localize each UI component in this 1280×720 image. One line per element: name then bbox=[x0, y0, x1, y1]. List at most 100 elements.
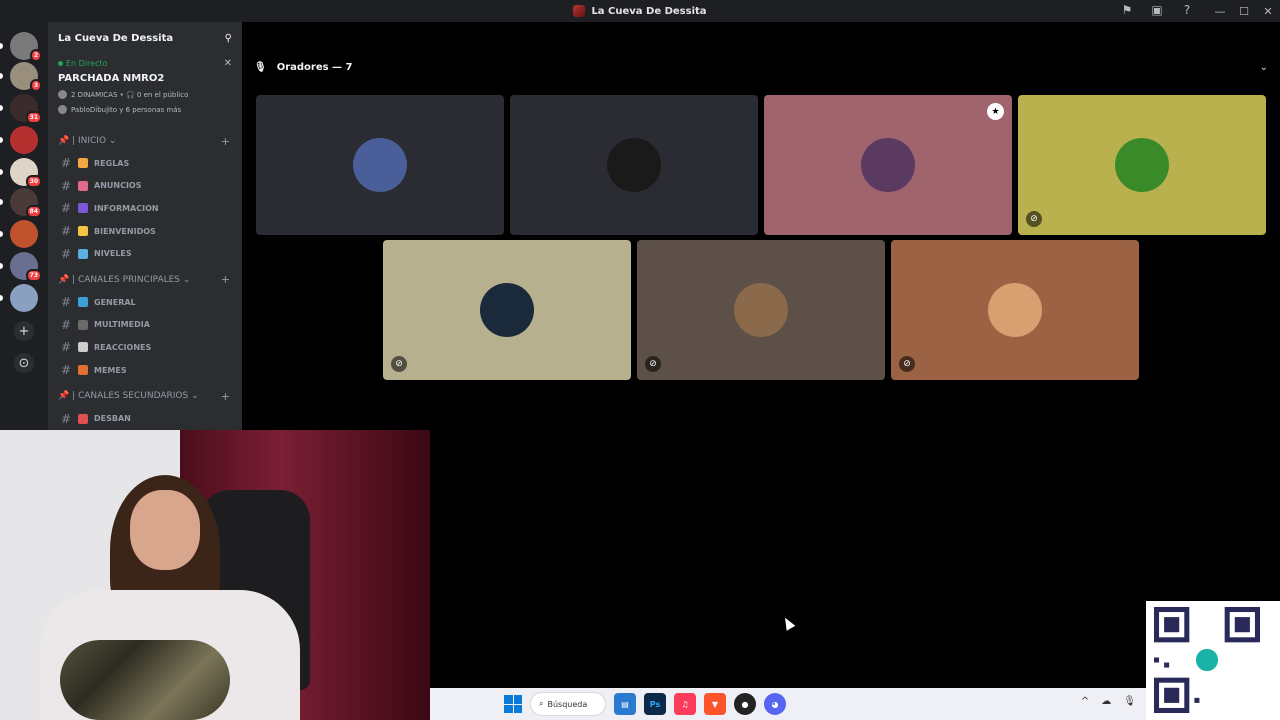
server-icon[interactable] bbox=[10, 126, 38, 154]
server-icon[interactable]: 84 bbox=[10, 188, 42, 218]
server-icon[interactable]: 73 bbox=[10, 252, 42, 282]
mention-badge: 73 bbox=[25, 269, 42, 282]
microphone-tray-icon[interactable]: 🎙 bbox=[1123, 696, 1136, 707]
server-header[interactable]: La Cueva De Dessita ⚲ bbox=[48, 22, 242, 54]
help-icon[interactable]: ? bbox=[1180, 3, 1194, 17]
webcam-person-face bbox=[130, 490, 200, 570]
category-name: 📌 | INICIO ⌄ bbox=[58, 136, 117, 146]
invite-icon[interactable]: ⚲ bbox=[225, 33, 232, 44]
channel-label: BIENVENIDOS bbox=[94, 226, 156, 236]
channel-item[interactable]: # BIENVENIDOS bbox=[48, 220, 242, 243]
create-channel-icon[interactable]: + bbox=[221, 390, 230, 403]
qr-code-image bbox=[1154, 607, 1260, 713]
chevron-up-icon[interactable]: ^ bbox=[1081, 696, 1089, 707]
channel-item[interactable]: # MEMES bbox=[48, 359, 242, 382]
channel-emoji-icon bbox=[78, 319, 88, 330]
pin-icon[interactable]: ⚑ bbox=[1120, 3, 1134, 17]
server-icon[interactable]: 30 bbox=[10, 158, 42, 188]
mic-muted-icon: ⊘ bbox=[391, 356, 407, 372]
speaker-tile[interactable] bbox=[256, 95, 504, 235]
hash-icon: # bbox=[60, 201, 72, 216]
close-icon[interactable]: ✕ bbox=[224, 58, 232, 69]
speaker-tile[interactable] bbox=[510, 95, 758, 235]
server-icon[interactable]: 3 bbox=[10, 62, 42, 92]
inbox-icon[interactable]: ▣ bbox=[1150, 3, 1164, 17]
event-name: PARCHADA NMRO2 bbox=[58, 73, 165, 84]
channel-category[interactable]: 📌 | CANALES PRINCIPALES ⌄ + bbox=[48, 269, 242, 291]
taskbar-search[interactable]: ⌕ Búsqueda bbox=[530, 692, 606, 716]
hash-icon: # bbox=[60, 295, 72, 310]
obs-icon[interactable]: ● bbox=[734, 693, 756, 715]
server-icon[interactable] bbox=[10, 220, 38, 248]
file-explorer-icon[interactable]: ▤ bbox=[614, 693, 636, 715]
channel-item[interactable]: # DESBAN bbox=[48, 407, 242, 430]
speaker-tile[interactable]: ⊘ bbox=[891, 240, 1139, 380]
window-title: La Cueva De Dessita bbox=[573, 5, 707, 17]
speaker-tile[interactable]: ⊘ bbox=[1018, 95, 1266, 235]
hash-icon: # bbox=[60, 411, 72, 426]
channel-item[interactable]: # MULTIMEDIA bbox=[48, 314, 242, 337]
server-icon[interactable] bbox=[10, 284, 38, 312]
avatar bbox=[607, 138, 661, 192]
server-icon[interactable]: 2 bbox=[10, 32, 42, 62]
channel-item[interactable]: # REACCIONES bbox=[48, 336, 242, 359]
speaker-tile[interactable]: ⊘ bbox=[637, 240, 885, 380]
discord-icon[interactable]: ◕ bbox=[764, 693, 786, 715]
channel-item[interactable]: # GENERAL bbox=[48, 291, 242, 314]
channel-category[interactable]: 📌 | INICIO ⌄ + bbox=[48, 130, 242, 152]
channel-categories: 📌 | INICIO ⌄ + # REGLAS # ANUNCIOS # INFORMACIO… bbox=[48, 130, 242, 430]
hash-icon: # bbox=[60, 246, 72, 261]
event-participants: PabloDibujito y 6 personas más bbox=[58, 105, 232, 114]
server-icon bbox=[573, 5, 586, 17]
hash-icon: # bbox=[60, 178, 72, 193]
unread-indicator bbox=[0, 43, 3, 49]
unread-indicator bbox=[0, 137, 3, 143]
channel-label: MEMES bbox=[94, 365, 127, 375]
mention-badge: 84 bbox=[25, 205, 42, 218]
music-icon[interactable]: ♫ bbox=[674, 693, 696, 715]
mention-badge: 2 bbox=[29, 49, 42, 62]
cloud-icon[interactable]: ☁ bbox=[1101, 696, 1111, 707]
channel-emoji-icon bbox=[78, 342, 88, 353]
channel-emoji-icon bbox=[78, 297, 88, 308]
window-titlebar: La Cueva De Dessita ⚑ ▣ ? — ☐ ✕ bbox=[0, 0, 1280, 22]
search-icon: ⌕ bbox=[539, 699, 544, 708]
channel-item[interactable]: # ANUNCIOS bbox=[48, 175, 242, 198]
avatar bbox=[988, 283, 1042, 337]
channel-category[interactable]: 📌 | CANALES SECUNDARIOS ⌄ + bbox=[48, 385, 242, 407]
minimize-button[interactable]: — bbox=[1208, 5, 1232, 18]
speaker-tile[interactable]: ⊘ bbox=[383, 240, 631, 380]
photoshop-icon[interactable]: Ps bbox=[644, 693, 666, 715]
system-tray: ^ ☁ 🎙 bbox=[1081, 696, 1136, 707]
speaker-tile[interactable]: ★ bbox=[764, 95, 1012, 235]
add-server-icon[interactable]: + bbox=[14, 321, 34, 341]
speakers-header: 🎙 Oradores — 7 bbox=[254, 62, 353, 73]
server-icon[interactable]: 31 bbox=[10, 94, 42, 124]
live-event-card[interactable]: En Directo ✕ PARCHADA NMRO2 2 DINAMICAS … bbox=[48, 54, 242, 126]
close-button[interactable]: ✕ bbox=[1256, 5, 1280, 18]
unread-indicator bbox=[0, 199, 3, 205]
event-meta-text: 2 DINAMICAS • 🎧 0 en el público bbox=[71, 90, 189, 99]
channel-label: MULTIMEDIA bbox=[94, 320, 150, 330]
maximize-button[interactable]: ☐ bbox=[1232, 5, 1256, 18]
channel-item[interactable]: # NIVELES bbox=[48, 242, 242, 265]
create-channel-icon[interactable]: + bbox=[221, 135, 230, 148]
mention-badge: 30 bbox=[25, 175, 42, 188]
pin-emoji-icon: 📌 bbox=[58, 274, 70, 285]
brave-icon[interactable]: ▼ bbox=[704, 693, 726, 715]
moderator-star-icon: ★ bbox=[987, 103, 1004, 120]
channel-emoji-icon bbox=[78, 226, 88, 237]
mic-muted-icon: ⊘ bbox=[645, 356, 661, 372]
unread-indicator bbox=[0, 105, 3, 111]
chevron-down-icon[interactable]: ⌄ bbox=[1260, 62, 1268, 73]
channel-item[interactable]: # REGLAS bbox=[48, 152, 242, 175]
discover-icon[interactable]: ⊙ bbox=[14, 353, 34, 373]
create-channel-icon[interactable]: + bbox=[221, 273, 230, 286]
mention-badge: 3 bbox=[29, 79, 42, 92]
channel-emoji-icon bbox=[78, 248, 88, 259]
mic-muted-icon: ⊘ bbox=[1026, 211, 1042, 227]
windows-start-icon[interactable] bbox=[504, 695, 522, 713]
channel-item[interactable]: # INFORMACION bbox=[48, 197, 242, 220]
microphone-icon: 🎙 bbox=[254, 62, 267, 73]
unread-indicator bbox=[0, 295, 3, 301]
